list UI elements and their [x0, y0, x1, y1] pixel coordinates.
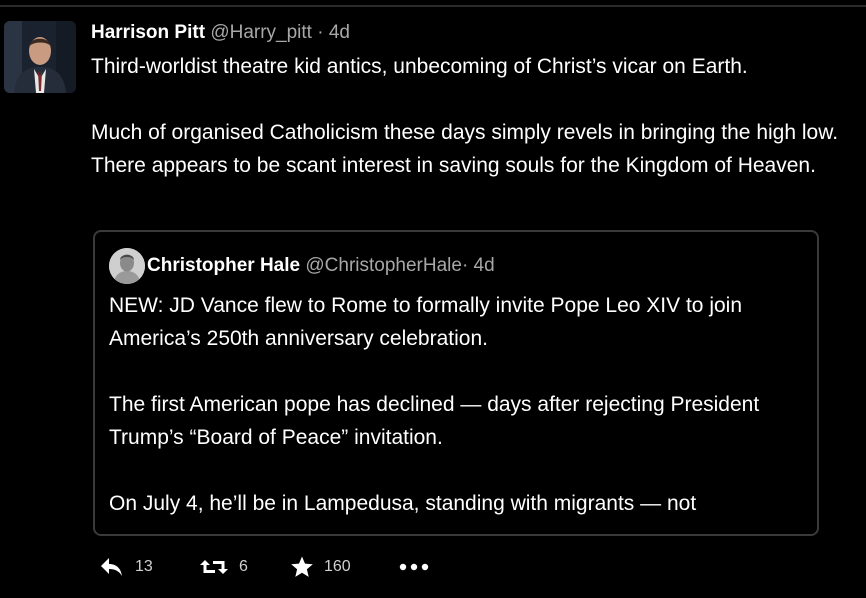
tweet-paragraph: Much of organised Catholicism these days… — [91, 121, 839, 177]
like-button[interactable]: 160 — [290, 552, 351, 582]
retweet-button[interactable]: 6 — [199, 552, 248, 582]
quoted-author-name[interactable]: Christopher Hale — [147, 255, 300, 276]
quoted-tweet-text: NEW: JD Vance flew to Rome to formally i… — [109, 289, 809, 520]
like-count: 160 — [324, 558, 351, 575]
more-button[interactable] — [399, 552, 429, 582]
tweet-paragraph: Third-worldist theatre kid antics, unbec… — [91, 55, 748, 78]
tweet-header: Harrison Pitt @Harry_pitt · 4d — [91, 21, 350, 45]
author-handle[interactable]: @Harry_pitt — [210, 22, 312, 43]
tweet-text: Third-worldist theatre kid antics, unbec… — [91, 50, 859, 182]
top-divider — [0, 5, 866, 7]
reply-button[interactable]: 13 — [99, 552, 153, 582]
quoted-author-handle[interactable]: @ChristopherHale — [305, 255, 462, 276]
reply-count: 13 — [135, 558, 153, 575]
retweet-count: 6 — [239, 558, 248, 575]
quoted-tweet-card[interactable]: Christopher Hale @ChristopherHale· 4d NE… — [93, 230, 819, 536]
tweet-timestamp[interactable]: · 4d — [317, 22, 350, 43]
avatar[interactable] — [4, 21, 76, 93]
retweet-icon — [199, 556, 229, 578]
quoted-paragraph: NEW: JD Vance flew to Rome to formally i… — [109, 294, 743, 350]
star-icon — [290, 555, 314, 579]
quoted-paragraph: On July 4, he’ll be in Lampedusa, standi… — [109, 492, 697, 515]
reply-icon — [99, 556, 125, 578]
quoted-avatar[interactable] — [109, 248, 145, 284]
more-icon — [399, 562, 429, 572]
author-name[interactable]: Harrison Pitt — [91, 22, 205, 43]
quoted-paragraph: The first American pope has declined — d… — [109, 393, 760, 449]
quoted-tweet-header: Christopher Hale @ChristopherHale· 4d — [147, 254, 495, 278]
quoted-timestamp[interactable]: · 4d — [462, 255, 495, 276]
